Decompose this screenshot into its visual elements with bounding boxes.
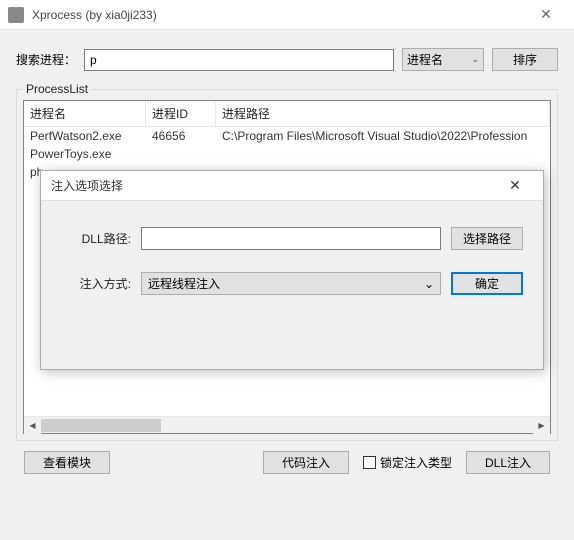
scroll-thumb[interactable] — [41, 419, 161, 432]
inject-method-label: 注入方式: — [61, 275, 131, 292]
dialog-title: 注入选项选择 — [51, 177, 497, 194]
sort-button[interactable]: 排序 — [492, 48, 558, 71]
checkbox-label: 锁定注入类型 — [380, 454, 452, 471]
table-row[interactable]: PowerToys.exe — [24, 145, 550, 163]
dll-path-row: DLL路径: 选择路径 — [61, 227, 523, 250]
dll-path-label: DLL路径: — [61, 230, 131, 247]
chevron-down-icon: ⌄ — [424, 277, 434, 291]
code-inject-button[interactable]: 代码注入 — [263, 451, 349, 474]
horizontal-scrollbar[interactable]: ◀ ▶ — [24, 416, 550, 433]
inject-method-value: 远程线程注入 — [148, 275, 220, 292]
col-header-path[interactable]: 进程路径 — [216, 101, 550, 126]
confirm-button[interactable]: 确定 — [451, 272, 523, 295]
search-label: 搜索进程： — [16, 51, 76, 68]
bottom-toolbar: 查看模块 代码注入 锁定注入类型 DLL注入 — [16, 451, 558, 474]
list-header: 进程名 进程ID 进程路径 — [24, 101, 550, 127]
checkbox-box — [363, 456, 376, 469]
scroll-right-icon[interactable]: ▶ — [533, 417, 550, 434]
inject-options-dialog: 注入选项选择 ✕ DLL路径: 选择路径 注入方式: 远程线程注入 ⌄ 确定 — [40, 170, 544, 370]
close-icon[interactable]: ✕ — [526, 6, 566, 23]
search-row: 搜索进程： 进程名 ⌄ 排序 — [16, 48, 558, 71]
group-label: ProcessList — [23, 82, 91, 96]
dll-inject-button[interactable]: DLL注入 — [466, 451, 550, 474]
window-title: Xprocess (by xia0ji233) — [32, 8, 526, 22]
search-input[interactable] — [84, 49, 394, 71]
scroll-left-icon[interactable]: ◀ — [24, 417, 41, 434]
scroll-track[interactable] — [41, 417, 533, 434]
inject-method-row: 注入方式: 远程线程注入 ⌄ 确定 — [61, 272, 523, 295]
col-header-name[interactable]: 进程名 — [24, 101, 146, 126]
table-row[interactable]: PerfWatson2.exe 46656 C:\Program Files\M… — [24, 127, 550, 145]
dialog-close-icon[interactable]: ✕ — [497, 177, 533, 194]
chevron-down-icon: ⌄ — [471, 54, 479, 65]
filter-combo[interactable]: 进程名 ⌄ — [402, 48, 484, 71]
lock-type-checkbox[interactable]: 锁定注入类型 — [363, 454, 452, 471]
filter-combo-label: 进程名 — [407, 51, 443, 68]
view-modules-button[interactable]: 查看模块 — [24, 451, 110, 474]
col-header-id[interactable]: 进程ID — [146, 101, 216, 126]
dialog-body: DLL路径: 选择路径 注入方式: 远程线程注入 ⌄ 确定 — [41, 201, 543, 343]
titlebar: Xprocess (by xia0ji233) ✕ — [0, 0, 574, 30]
inject-method-combo[interactable]: 远程线程注入 ⌄ — [141, 272, 441, 295]
browse-button[interactable]: 选择路径 — [451, 227, 523, 250]
app-icon — [8, 7, 24, 23]
dll-path-input[interactable] — [141, 227, 441, 250]
dialog-titlebar: 注入选项选择 ✕ — [41, 171, 543, 201]
